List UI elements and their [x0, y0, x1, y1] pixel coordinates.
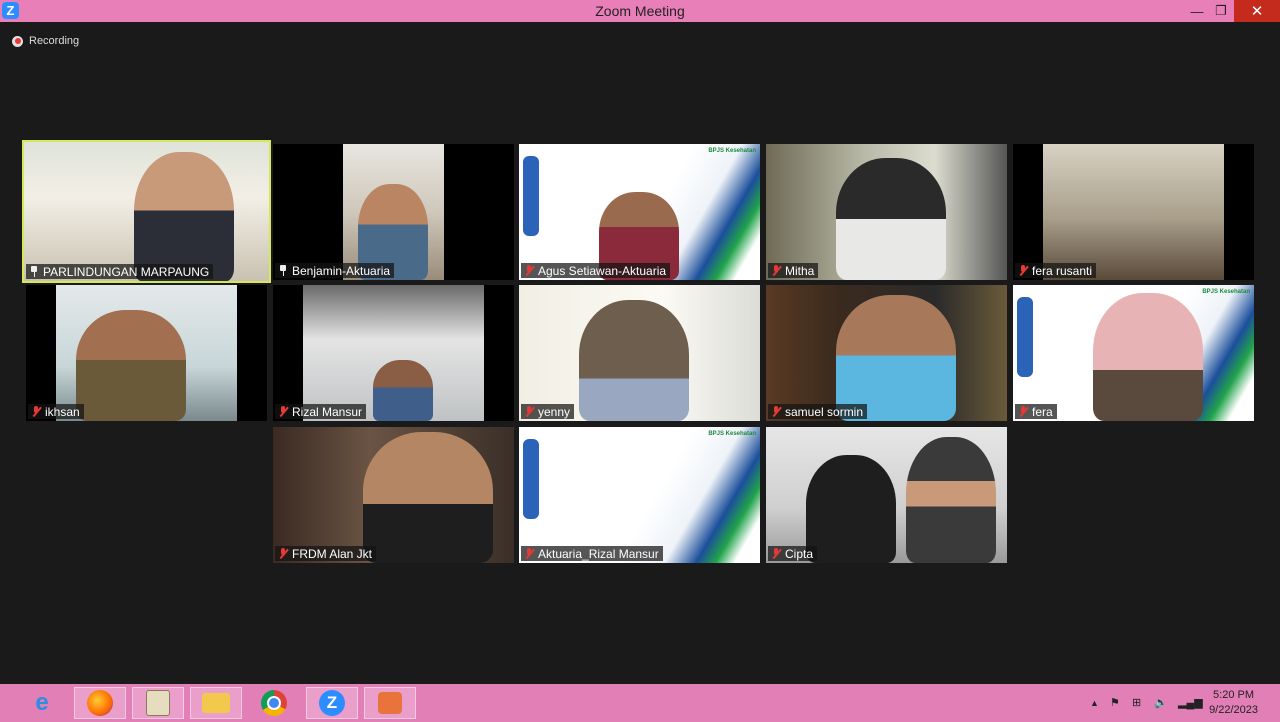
participant-name: PARLINDUNGAN MARPAUNG [26, 264, 214, 279]
participant-name: yenny [521, 404, 575, 419]
participant-name: Mitha [768, 263, 819, 278]
firefox-icon[interactable] [74, 687, 126, 719]
pin-icon [278, 265, 288, 276]
video-tile[interactable]: Benjamin-Aktuaria [273, 144, 514, 280]
video-tile[interactable]: BPJS Kesehatan Agus Setiawan-Aktuaria [519, 144, 760, 280]
chrome-icon[interactable] [248, 687, 300, 719]
recording-indicator[interactable]: Recording [12, 34, 79, 48]
video-tile[interactable]: fera rusanti [1013, 144, 1254, 280]
windows-taskbar: e Z ▲ ⚑ ⊞ 🔈 ▂▄▆ 5:20 PM 9/22/2023 [0, 684, 1280, 722]
video-tile[interactable]: samuel sormin [766, 285, 1007, 421]
signal-icon[interactable]: ▂▄▆ [1178, 696, 1203, 709]
video-tile[interactable]: FRDM Alan Jkt [273, 427, 514, 563]
video-tile[interactable]: BPJS Kesehatan fera [1013, 285, 1254, 421]
video-tile[interactable]: Rizal Mansur [273, 285, 514, 421]
show-hidden-icons-button[interactable]: ▲ [1090, 698, 1099, 708]
mic-muted-icon [1018, 406, 1028, 417]
mic-muted-icon [1018, 265, 1028, 276]
participant-name: Rizal Mansur [275, 404, 367, 419]
participant-name: Cipta [768, 546, 818, 561]
video-tile[interactable]: Cipta [766, 427, 1007, 563]
network-share-icon[interactable]: ⊞ [1132, 696, 1141, 709]
app-icon[interactable] [364, 687, 416, 719]
bpjs-sidebar-graphic [1017, 297, 1033, 377]
mic-muted-icon [278, 548, 288, 559]
participant-name: Aktuaria_Rizal Mansur [521, 546, 663, 561]
video-tile[interactable]: PARLINDUNGAN MARPAUNG [22, 140, 271, 283]
zoom-icon[interactable]: Z [306, 687, 358, 719]
record-icon [12, 35, 23, 47]
title-bar: Z Zoom Meeting — ❐ ✕ [0, 0, 1280, 22]
participant-name: Benjamin-Aktuaria [275, 263, 395, 278]
mic-muted-icon [771, 548, 781, 559]
video-tile[interactable]: ikhsan [26, 285, 267, 421]
participant-name: fera [1015, 404, 1057, 419]
bpjs-logo: BPJS Kesehatan [708, 148, 756, 154]
video-tile[interactable]: BPJS Kesehatan Aktuaria_Rizal Mansur [519, 427, 760, 563]
mic-muted-icon [771, 265, 781, 276]
recording-label: Recording [29, 35, 80, 47]
video-tile[interactable]: yenny [519, 285, 760, 421]
action-center-icon[interactable]: ⚑ [1110, 696, 1120, 709]
participant-name: Agus Setiawan-Aktuaria [521, 263, 671, 278]
participant-name: ikhsan [28, 404, 84, 419]
participant-name: FRDM Alan Jkt [275, 546, 377, 561]
pin-icon [29, 266, 39, 277]
mic-muted-icon [771, 406, 781, 417]
internet-explorer-icon[interactable]: e [16, 687, 68, 719]
notepad-icon[interactable] [132, 687, 184, 719]
mic-muted-icon [31, 406, 41, 417]
participant-name: fera rusanti [1015, 263, 1097, 278]
mic-muted-icon [524, 548, 534, 559]
mic-muted-icon [524, 265, 534, 276]
bpjs-sidebar-graphic [523, 156, 539, 236]
clock-time: 5:20 PM [1213, 689, 1255, 701]
system-clock[interactable]: 5:20 PM 9/22/2023 [1209, 688, 1258, 718]
mic-muted-icon [524, 406, 534, 417]
bpjs-sidebar-graphic [523, 439, 539, 519]
bpjs-logo: BPJS Kesehatan [1202, 289, 1250, 295]
close-button[interactable]: ✕ [1234, 0, 1280, 22]
volume-icon[interactable]: 🔈 [1154, 696, 1168, 709]
video-tile[interactable]: Mitha [766, 144, 1007, 280]
file-explorer-icon[interactable] [190, 687, 242, 719]
bpjs-logo: BPJS Kesehatan [708, 431, 756, 437]
clock-date: 9/22/2023 [1209, 704, 1258, 716]
participant-name: samuel sormin [768, 404, 868, 419]
window-title: Zoom Meeting [595, 3, 685, 19]
maximize-button[interactable]: ❐ [1206, 0, 1236, 22]
mic-muted-icon [278, 406, 288, 417]
